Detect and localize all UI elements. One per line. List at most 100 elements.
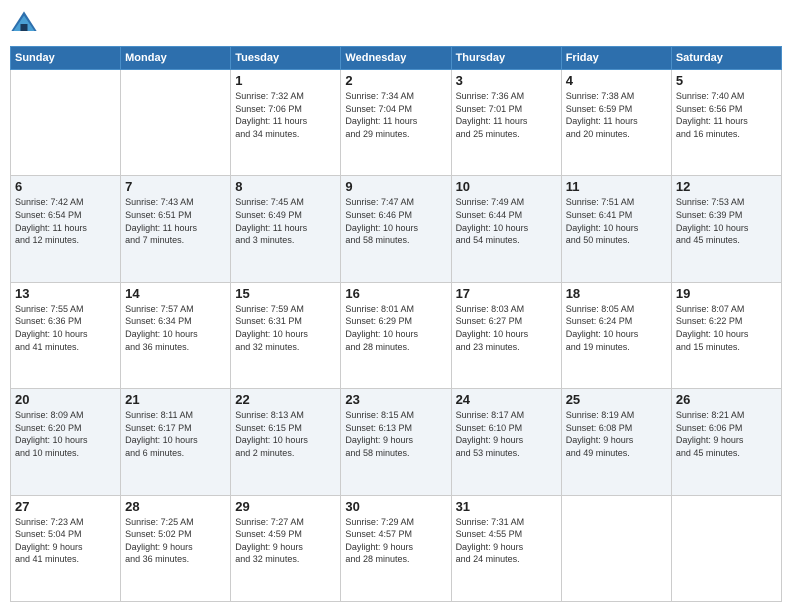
- day-number: 19: [676, 286, 777, 301]
- day-info: Sunrise: 7:40 AM Sunset: 6:56 PM Dayligh…: [676, 90, 777, 140]
- day-number: 17: [456, 286, 557, 301]
- day-number: 20: [15, 392, 116, 407]
- week-row-2: 6 Sunrise: 7:42 AM Sunset: 6:54 PM Daylig…: [11, 176, 782, 282]
- calendar-cell: [11, 70, 121, 176]
- header-row: Sunday Monday Tuesday Wednesday Thursday…: [11, 47, 782, 70]
- day-info: Sunrise: 7:43 AM Sunset: 6:51 PM Dayligh…: [125, 196, 226, 246]
- day-info: Sunrise: 7:45 AM Sunset: 6:49 PM Dayligh…: [235, 196, 336, 246]
- day-number: 11: [566, 179, 667, 194]
- calendar-cell: 1 Sunrise: 7:32 AM Sunset: 7:06 PM Daylig…: [231, 70, 341, 176]
- day-number: 6: [15, 179, 116, 194]
- day-info: Sunrise: 8:01 AM Sunset: 6:29 PM Dayligh…: [345, 303, 446, 353]
- calendar-cell: 26 Sunrise: 8:21 AM Sunset: 6:06 PM Dayli…: [671, 389, 781, 495]
- col-wednesday: Wednesday: [341, 47, 451, 70]
- calendar-cell: 6 Sunrise: 7:42 AM Sunset: 6:54 PM Daylig…: [11, 176, 121, 282]
- calendar-cell: 21Sunrise: 8:11 AM Sunset: 6:17 PM Dayli…: [121, 389, 231, 495]
- calendar-cell: 11Sunrise: 7:51 AM Sunset: 6:41 PM Dayli…: [561, 176, 671, 282]
- day-number: 4: [566, 73, 667, 88]
- col-saturday: Saturday: [671, 47, 781, 70]
- calendar-cell: 16 Sunrise: 8:01 AM Sunset: 6:29 PM Dayli…: [341, 282, 451, 388]
- day-number: 12: [676, 179, 777, 194]
- logo-icon: [10, 10, 38, 38]
- calendar-cell: 28 Sunrise: 7:25 AM Sunset: 5:02 PM Dayli…: [121, 495, 231, 601]
- day-info: Sunrise: 7:29 AM Sunset: 4:57 PM Dayligh…: [345, 516, 446, 566]
- day-info: Sunrise: 7:34 AM Sunset: 7:04 PM Dayligh…: [345, 90, 446, 140]
- day-info: Sunrise: 8:03 AM Sunset: 6:27 PM Dayligh…: [456, 303, 557, 353]
- calendar-cell: 22Sunrise: 8:13 AM Sunset: 6:15 PM Dayli…: [231, 389, 341, 495]
- day-number: 7: [125, 179, 226, 194]
- day-info: Sunrise: 8:19 AM Sunset: 6:08 PM Dayligh…: [566, 409, 667, 459]
- week-row-1: 1 Sunrise: 7:32 AM Sunset: 7:06 PM Daylig…: [11, 70, 782, 176]
- day-number: 31: [456, 499, 557, 514]
- page: Sunday Monday Tuesday Wednesday Thursday…: [0, 0, 792, 612]
- calendar-cell: 15Sunrise: 7:59 AM Sunset: 6:31 PM Dayli…: [231, 282, 341, 388]
- day-info: Sunrise: 7:53 AM Sunset: 6:39 PM Dayligh…: [676, 196, 777, 246]
- day-number: 18: [566, 286, 667, 301]
- calendar-cell: 2 Sunrise: 7:34 AM Sunset: 7:04 PM Daylig…: [341, 70, 451, 176]
- day-number: 1: [235, 73, 336, 88]
- day-number: 16: [345, 286, 446, 301]
- day-number: 30: [345, 499, 446, 514]
- col-friday: Friday: [561, 47, 671, 70]
- day-number: 28: [125, 499, 226, 514]
- day-info: Sunrise: 7:47 AM Sunset: 6:46 PM Dayligh…: [345, 196, 446, 246]
- calendar-cell: 8 Sunrise: 7:45 AM Sunset: 6:49 PM Daylig…: [231, 176, 341, 282]
- day-number: 5: [676, 73, 777, 88]
- calendar: Sunday Monday Tuesday Wednesday Thursday…: [10, 46, 782, 602]
- calendar-cell: [121, 70, 231, 176]
- day-number: 29: [235, 499, 336, 514]
- day-number: 25: [566, 392, 667, 407]
- day-info: Sunrise: 8:21 AM Sunset: 6:06 PM Dayligh…: [676, 409, 777, 459]
- calendar-cell: [671, 495, 781, 601]
- calendar-cell: 30 Sunrise: 7:29 AM Sunset: 4:57 PM Dayli…: [341, 495, 451, 601]
- day-info: Sunrise: 7:42 AM Sunset: 6:54 PM Dayligh…: [15, 196, 116, 246]
- calendar-cell: 10 Sunrise: 7:49 AM Sunset: 6:44 PM Dayli…: [451, 176, 561, 282]
- day-number: 3: [456, 73, 557, 88]
- calendar-cell: 12 Sunrise: 7:53 AM Sunset: 6:39 PM Dayli…: [671, 176, 781, 282]
- calendar-cell: 5 Sunrise: 7:40 AM Sunset: 6:56 PM Daylig…: [671, 70, 781, 176]
- calendar-cell: 4Sunrise: 7:38 AM Sunset: 6:59 PM Daylig…: [561, 70, 671, 176]
- col-thursday: Thursday: [451, 47, 561, 70]
- calendar-cell: 13Sunrise: 7:55 AM Sunset: 6:36 PM Dayli…: [11, 282, 121, 388]
- day-number: 8: [235, 179, 336, 194]
- calendar-cell: 19 Sunrise: 8:07 AM Sunset: 6:22 PM Dayli…: [671, 282, 781, 388]
- day-info: Sunrise: 7:36 AM Sunset: 7:01 PM Dayligh…: [456, 90, 557, 140]
- day-info: Sunrise: 7:49 AM Sunset: 6:44 PM Dayligh…: [456, 196, 557, 246]
- calendar-cell: 31 Sunrise: 7:31 AM Sunset: 4:55 PM Dayli…: [451, 495, 561, 601]
- day-number: 2: [345, 73, 446, 88]
- day-info: Sunrise: 7:27 AM Sunset: 4:59 PM Dayligh…: [235, 516, 336, 566]
- day-info: Sunrise: 8:05 AM Sunset: 6:24 PM Dayligh…: [566, 303, 667, 353]
- day-number: 23: [345, 392, 446, 407]
- day-info: Sunrise: 7:57 AM Sunset: 6:34 PM Dayligh…: [125, 303, 226, 353]
- calendar-cell: 7 Sunrise: 7:43 AM Sunset: 6:51 PM Daylig…: [121, 176, 231, 282]
- day-info: Sunrise: 7:32 AM Sunset: 7:06 PM Dayligh…: [235, 90, 336, 140]
- col-tuesday: Tuesday: [231, 47, 341, 70]
- week-row-4: 20 Sunrise: 8:09 AM Sunset: 6:20 PM Dayli…: [11, 389, 782, 495]
- day-info: Sunrise: 7:59 AM Sunset: 6:31 PM Dayligh…: [235, 303, 336, 353]
- day-number: 14: [125, 286, 226, 301]
- day-info: Sunrise: 8:15 AM Sunset: 6:13 PM Dayligh…: [345, 409, 446, 459]
- day-info: Sunrise: 7:25 AM Sunset: 5:02 PM Dayligh…: [125, 516, 226, 566]
- day-info: Sunrise: 7:55 AM Sunset: 6:36 PM Dayligh…: [15, 303, 116, 353]
- day-info: Sunrise: 7:23 AM Sunset: 5:04 PM Dayligh…: [15, 516, 116, 566]
- calendar-cell: 20 Sunrise: 8:09 AM Sunset: 6:20 PM Dayli…: [11, 389, 121, 495]
- calendar-cell: 9 Sunrise: 7:47 AM Sunset: 6:46 PM Daylig…: [341, 176, 451, 282]
- day-number: 9: [345, 179, 446, 194]
- calendar-cell: 23 Sunrise: 8:15 AM Sunset: 6:13 PM Dayli…: [341, 389, 451, 495]
- calendar-cell: 25 Sunrise: 8:19 AM Sunset: 6:08 PM Dayli…: [561, 389, 671, 495]
- header: [10, 10, 782, 38]
- day-info: Sunrise: 8:07 AM Sunset: 6:22 PM Dayligh…: [676, 303, 777, 353]
- day-number: 27: [15, 499, 116, 514]
- week-row-3: 13Sunrise: 7:55 AM Sunset: 6:36 PM Dayli…: [11, 282, 782, 388]
- calendar-cell: 27 Sunrise: 7:23 AM Sunset: 5:04 PM Dayli…: [11, 495, 121, 601]
- day-number: 10: [456, 179, 557, 194]
- day-info: Sunrise: 8:09 AM Sunset: 6:20 PM Dayligh…: [15, 409, 116, 459]
- day-info: Sunrise: 7:31 AM Sunset: 4:55 PM Dayligh…: [456, 516, 557, 566]
- day-info: Sunrise: 8:11 AM Sunset: 6:17 PM Dayligh…: [125, 409, 226, 459]
- calendar-cell: 29 Sunrise: 7:27 AM Sunset: 4:59 PM Dayli…: [231, 495, 341, 601]
- calendar-cell: 24Sunrise: 8:17 AM Sunset: 6:10 PM Dayli…: [451, 389, 561, 495]
- day-number: 24: [456, 392, 557, 407]
- day-number: 26: [676, 392, 777, 407]
- calendar-cell: 3 Sunrise: 7:36 AM Sunset: 7:01 PM Daylig…: [451, 70, 561, 176]
- day-number: 22: [235, 392, 336, 407]
